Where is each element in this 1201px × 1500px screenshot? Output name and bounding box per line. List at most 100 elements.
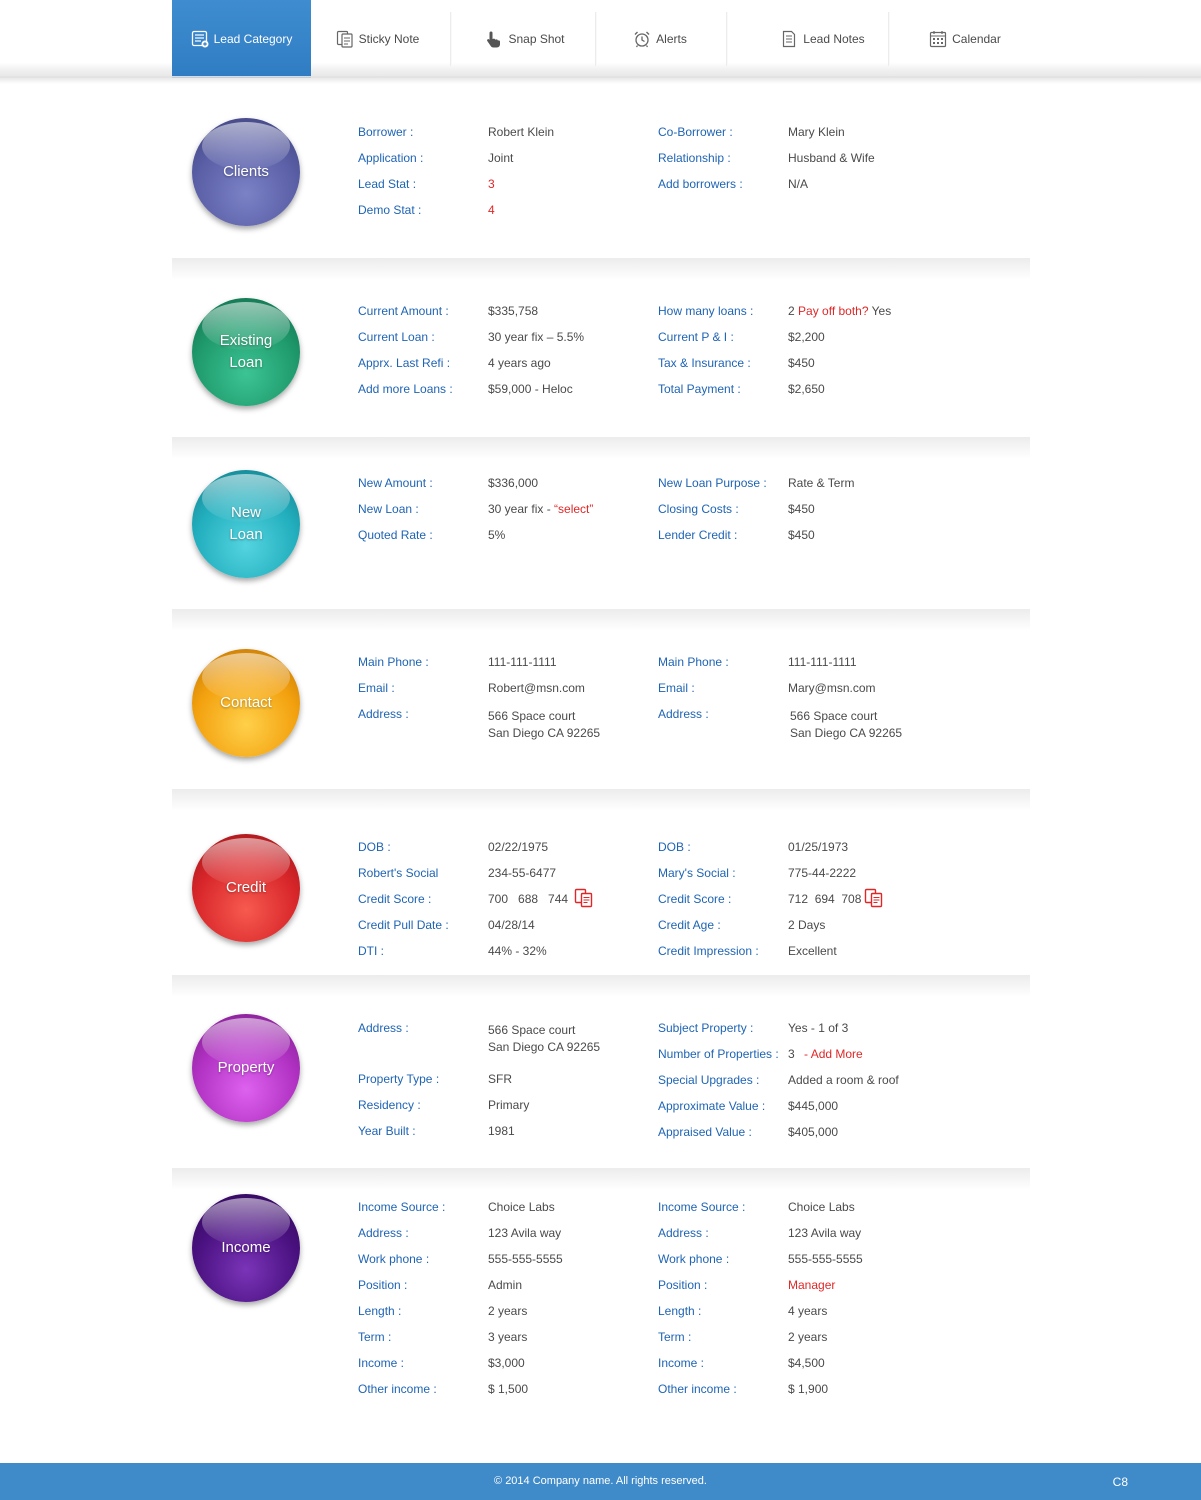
field-label: Current Loan : xyxy=(358,330,435,344)
field-label: Income Source : xyxy=(358,1200,446,1214)
clients-orb[interactable]: Clients xyxy=(192,118,300,226)
field-value: Choice Labs xyxy=(788,1200,855,1214)
field-label: Credit Age : xyxy=(658,918,721,932)
tab-label: Calendar xyxy=(952,32,1001,46)
tab-lead-category[interactable]: Lead Category xyxy=(172,0,311,78)
field-label: Credit Score : xyxy=(358,892,432,906)
field-value: 123 Avila way xyxy=(788,1226,862,1240)
field-value: Admin xyxy=(488,1278,523,1292)
field-label: Property Type : xyxy=(358,1072,440,1086)
tab-separator xyxy=(888,12,890,66)
tab-label: Sticky Note xyxy=(358,32,420,46)
document-icon xyxy=(783,30,796,48)
existing-loan-orb[interactable]: Existing Loan xyxy=(192,298,300,406)
tab-separator xyxy=(595,12,597,66)
tab-lead-notes[interactable]: Lead Notes xyxy=(760,0,885,78)
field-value: $59,000 - Heloc xyxy=(488,382,573,396)
field-label: Tax & Insurance : xyxy=(658,356,751,370)
field-label: Credit Impression : xyxy=(658,944,759,958)
calendar-icon xyxy=(930,31,947,48)
field-label: DTI : xyxy=(358,944,384,958)
field-value: $405,000 xyxy=(788,1125,839,1139)
income-orb[interactable]: Income xyxy=(192,1194,300,1302)
field-value: 2 Pay off both? Yes xyxy=(788,303,891,319)
field-value: 30 year fix – 5.5% xyxy=(488,330,585,344)
field-value: 44% - 32% xyxy=(488,944,547,958)
field-label: Work phone : xyxy=(358,1252,430,1266)
field-label: Number of Properties : xyxy=(658,1047,779,1061)
field-value: 2 Days xyxy=(788,918,826,932)
tab-alerts[interactable]: Alerts xyxy=(615,0,705,78)
footer-code: C8 xyxy=(1112,1475,1128,1489)
section-divider xyxy=(172,975,1030,997)
field-label: Address : xyxy=(358,1226,409,1240)
field-value: $450 xyxy=(788,502,815,516)
credit-orb[interactable]: Credit xyxy=(192,834,300,942)
field-label: Length : xyxy=(358,1304,402,1318)
field-label: Email : xyxy=(358,681,395,695)
field-label: Approximate Value : xyxy=(658,1099,766,1113)
field-label: Application : xyxy=(358,151,424,165)
field-label: Credit Score : xyxy=(658,892,732,906)
field-label: Income : xyxy=(358,1356,405,1370)
field-value: Choice Labs xyxy=(488,1200,555,1214)
field-label: Length : xyxy=(658,1304,702,1318)
field-value: $4,500 xyxy=(788,1356,825,1370)
field-label: Closing Costs : xyxy=(658,502,739,516)
tab-label: Snap Shot xyxy=(508,32,565,46)
top-nav: Lead Category Sticky Note Snap Shot Aler… xyxy=(0,0,1201,84)
field-value: Rate & Term xyxy=(788,476,855,490)
field-value: 01/25/1973 xyxy=(788,840,849,854)
tab-sticky-note[interactable]: Sticky Note xyxy=(320,0,435,78)
field-label: New Loan : xyxy=(358,502,419,516)
field-label: Appraised Value : xyxy=(658,1125,752,1139)
add-more-link[interactable]: - Add More xyxy=(804,1047,863,1061)
field-label: Special Upgrades : xyxy=(658,1073,760,1087)
section-new-loan: New Loan New Amount : $336,000 New Loan … xyxy=(172,470,1030,590)
field-value: 234-55-6477 xyxy=(488,866,557,880)
field-value: $450 xyxy=(788,528,815,542)
field-value: $2,650 xyxy=(788,382,825,396)
field-value: Primary xyxy=(488,1098,530,1112)
field-value: $ 1,500 xyxy=(488,1382,529,1396)
field-label: Work phone : xyxy=(658,1252,730,1266)
field-value: N/A xyxy=(788,177,809,191)
field-label: Co-Borrower : xyxy=(658,125,733,139)
section-property: Property Address : 566 Space court San D… xyxy=(172,1014,1030,1154)
field-label: New Amount : xyxy=(358,476,433,490)
field-label: Borrower : xyxy=(358,125,414,139)
field-value: $336,000 xyxy=(488,476,539,490)
field-label: Year Built : xyxy=(358,1124,416,1138)
tab-snap-shot[interactable]: Snap Shot xyxy=(470,0,580,78)
copy-report-icon[interactable] xyxy=(864,888,884,908)
field-label: Add borrowers : xyxy=(658,177,743,191)
field-label: Other income : xyxy=(658,1382,737,1396)
section-credit: Credit DOB : 02/22/1975 Robert's Social … xyxy=(172,834,1030,974)
field-value: Added a room & roof xyxy=(788,1073,899,1087)
section-income: Income Income Source : Choice Labs Addre… xyxy=(172,1194,1030,1404)
field-value: 2 years xyxy=(788,1330,828,1344)
field-label[interactable]: Add more Loans : xyxy=(358,381,453,397)
notes-icon xyxy=(336,30,353,48)
field-label: Mary's Social : xyxy=(658,866,736,880)
section-divider xyxy=(172,437,1030,459)
field-label: Address : xyxy=(658,707,709,721)
property-orb[interactable]: Property xyxy=(192,1014,300,1122)
new-loan-orb[interactable]: New Loan xyxy=(192,470,300,578)
select-link[interactable]: “select” xyxy=(554,502,593,516)
field-value: Excellent xyxy=(788,944,837,958)
copy-report-icon[interactable] xyxy=(574,888,594,908)
section-existing-loan: Existing Loan Current Amount : $335,758 … xyxy=(172,298,1030,428)
tab-calendar[interactable]: Calendar xyxy=(915,0,1015,78)
field-label: Address : xyxy=(358,1021,409,1035)
field-value: 111-111-1111 xyxy=(788,655,857,669)
field-value: 111-111-1111 xyxy=(488,655,557,669)
field-value: Robert Klein xyxy=(488,125,555,139)
field-value: Mary Klein xyxy=(788,125,845,139)
field-value: 30 year fix - “select” xyxy=(488,501,593,517)
field-label: Main Phone : xyxy=(658,655,729,669)
field-label: Position : xyxy=(658,1278,708,1292)
contact-orb[interactable]: Contact xyxy=(192,649,300,757)
loan-count: 2 xyxy=(788,304,795,318)
field-value: Husband & Wife xyxy=(788,151,875,165)
